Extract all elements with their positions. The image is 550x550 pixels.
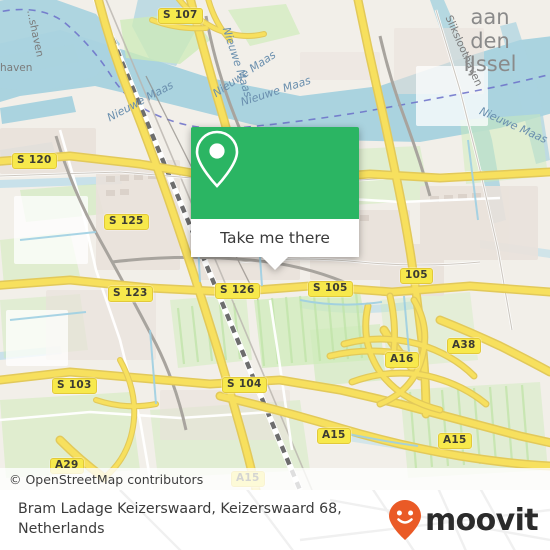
road-shield: 105 [400,268,433,285]
callout-pointer [262,257,288,270]
road-shield: S 126 [215,283,260,300]
road-shield: S 105 [308,281,353,298]
road-shield: S 123 [108,286,153,303]
road-shield: A38 [447,338,481,355]
road-shield: A15 [317,428,351,445]
callout-header [191,127,359,219]
road-shield: A15 [438,433,472,450]
road-shield: S 103 [52,378,97,395]
address-line-1: Bram Ladage Keizerswaard, Keizerswaard 6… [18,501,342,518]
map-share-card: S 107 S 120 S 125 S 123 S 126 S 105 105 S 103 S … [0,0,550,550]
card-footer: Bram Ladage Keizerswaard, Keizerswaard 6… [0,490,550,550]
location-callout[interactable]: Take me there [191,127,359,270]
moovit-brand[interactable]: moovit [388,499,539,541]
road-shield: S 107 [158,8,203,25]
map-canvas[interactable]: S 107 S 120 S 125 S 123 S 126 S 105 105 S 103 S … [0,0,550,490]
map-pin-icon [195,130,239,188]
callout-action[interactable]: Take me there [191,219,359,257]
osm-attribution-text[interactable]: © OpenStreetMap contributors [0,472,203,487]
footer-content: Bram Ladage Keizerswaard, Keizerswaard 6… [0,490,550,550]
moovit-smiley-pin-icon [388,500,421,540]
moovit-wordmark: moovit [424,502,539,538]
road-shield: A16 [385,352,419,369]
address-line-2: Netherlands [18,521,105,537]
road-shield: S 125 [104,214,149,231]
map-attribution-bar: © OpenStreetMap contributors [0,468,550,490]
location-address: Bram Ladage Keizerswaard, Keizerswaard 6… [18,500,342,539]
road-shield: S 120 [12,153,57,170]
road-shield: S 104 [222,377,267,394]
take-me-there-label: Take me there [220,229,330,247]
